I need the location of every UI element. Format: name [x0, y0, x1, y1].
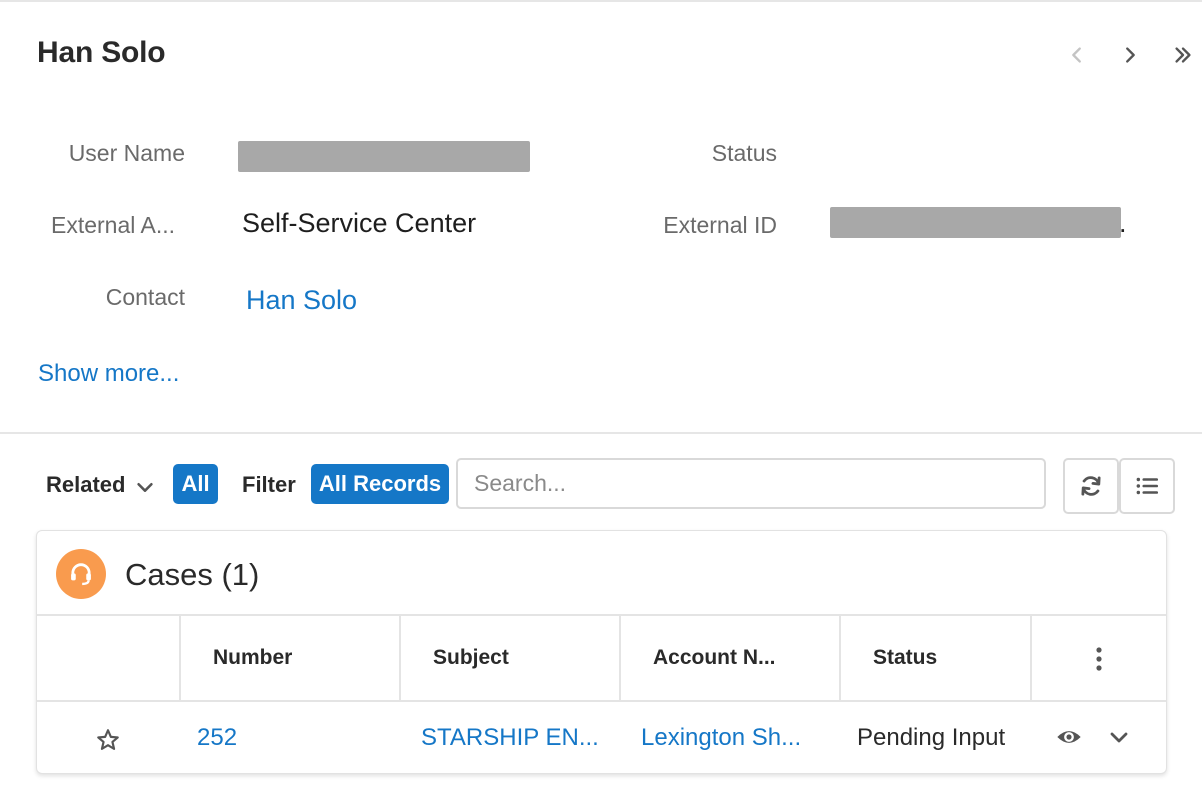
preview-button[interactable]	[1053, 721, 1085, 753]
double-chevron-right-icon	[1175, 47, 1191, 63]
refresh-icon	[1081, 476, 1101, 496]
column-divider	[179, 616, 181, 702]
related-all-pill[interactable]: All	[173, 464, 218, 504]
previous-record-button[interactable]	[1062, 40, 1092, 70]
related-dropdown[interactable]: Related	[46, 472, 156, 498]
user-name-redacted-value	[238, 141, 530, 172]
case-subject-link[interactable]: STARSHIP EN...	[421, 724, 599, 752]
show-more-link[interactable]: Show more...	[38, 360, 179, 388]
page-title: Han Solo	[37, 36, 166, 69]
cases-related-list: Cases (1) Number Subject Account N... St…	[36, 530, 1167, 774]
column-header-subject[interactable]: Subject	[433, 646, 509, 670]
chevron-down-icon	[1110, 732, 1128, 743]
cases-title: Cases (1)	[125, 557, 260, 592]
star-icon	[97, 729, 119, 750]
external-id-label: External ID	[663, 212, 777, 238]
column-header-number[interactable]: Number	[213, 646, 292, 670]
favorite-star-button[interactable]	[93, 725, 123, 755]
user-name-label: User Name	[68, 140, 185, 166]
filter-label: Filter	[242, 472, 296, 497]
column-divider	[839, 616, 841, 702]
status-label: Status	[711, 140, 777, 166]
eye-icon	[1057, 731, 1081, 743]
contact-link[interactable]: Han Solo	[246, 285, 357, 316]
table-header-top-rule	[37, 614, 1166, 616]
case-account-link[interactable]: Lexington Sh...	[641, 724, 801, 752]
chevron-right-icon	[1126, 47, 1135, 63]
top-divider	[0, 0, 1202, 2]
list-icon	[1136, 477, 1159, 495]
case-headset-icon	[56, 549, 106, 599]
external-app-label: External A...	[50, 212, 175, 238]
chevron-down-icon	[137, 482, 154, 492]
external-id-redacted-value	[830, 207, 1121, 238]
case-number-link[interactable]: 252	[197, 724, 237, 752]
list-view-button[interactable]	[1119, 458, 1175, 514]
record-navigation	[1060, 40, 1202, 70]
external-id-trailing: .	[1119, 208, 1127, 238]
row-actions-dropdown[interactable]	[1103, 721, 1135, 753]
column-divider	[1030, 616, 1032, 702]
related-label: Related	[46, 472, 126, 497]
column-divider	[619, 616, 621, 702]
chevron-left-icon	[1072, 47, 1081, 63]
column-settings-button[interactable]	[1087, 643, 1111, 675]
section-divider	[0, 432, 1202, 434]
last-record-button[interactable]	[1168, 40, 1198, 70]
search-input[interactable]	[456, 458, 1046, 509]
next-record-button[interactable]	[1115, 40, 1145, 70]
filter-all-records-pill[interactable]: All Records	[311, 464, 449, 504]
vertical-dots-icon	[1096, 647, 1102, 671]
table-header-bottom-rule	[37, 700, 1166, 702]
column-header-status[interactable]: Status	[873, 646, 937, 670]
column-header-account-name[interactable]: Account N...	[653, 646, 776, 670]
refresh-button[interactable]	[1063, 458, 1119, 514]
contact-label: Contact	[105, 284, 185, 310]
case-status-value: Pending Input	[857, 724, 1006, 751]
external-app-value: Self-Service Center	[242, 208, 477, 238]
column-divider	[399, 616, 401, 702]
